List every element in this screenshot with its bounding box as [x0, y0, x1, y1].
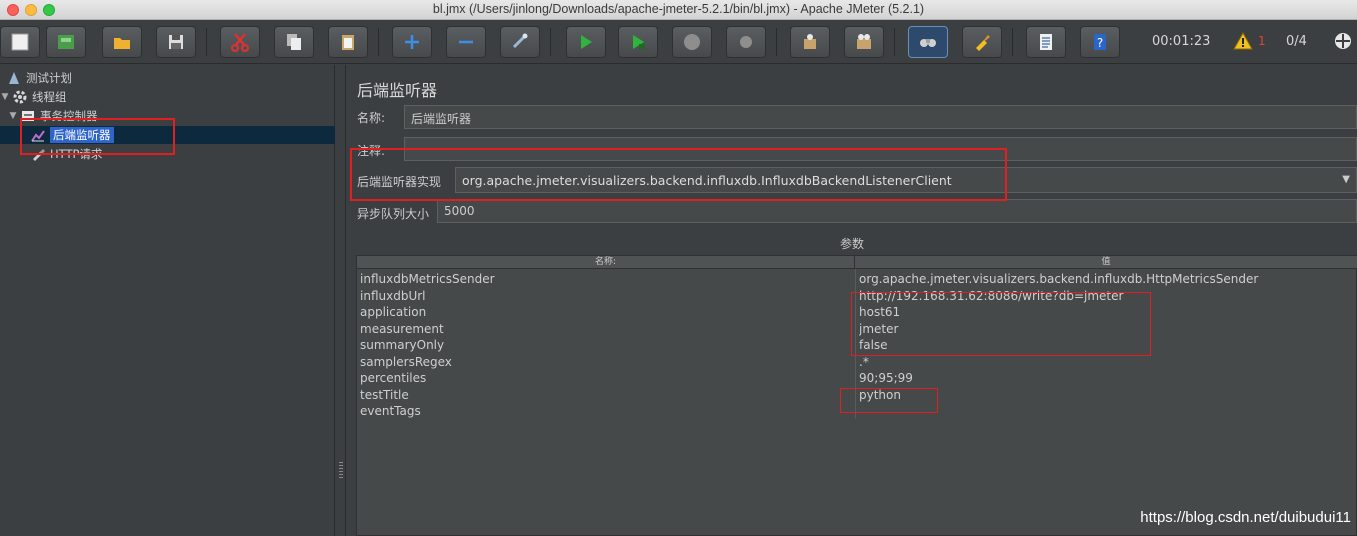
highlight-box-implementation: [350, 148, 1007, 201]
table-header: 名称: 值: [357, 256, 1357, 269]
window-title-bar: bl.jmx (/Users/jinlong/Downloads/apache-…: [0, 0, 1357, 20]
column-header-name[interactable]: 名称:: [357, 256, 855, 269]
tree-item-label: 测试计划: [26, 71, 72, 85]
reset-search-icon: [976, 35, 990, 51]
cut-icon: [231, 33, 249, 52]
toolbar-separator: [206, 28, 207, 56]
function-helper-button[interactable]: [1026, 26, 1066, 58]
name-label: 名称:: [357, 111, 386, 125]
chevron-down-icon[interactable]: ▼: [8, 111, 18, 121]
copy-button[interactable]: [274, 26, 314, 58]
toolbar-separator: [776, 28, 777, 56]
shutdown-button[interactable]: [726, 26, 766, 58]
table-row[interactable]: influxdbMetricsSender org.apache.jmeter.…: [357, 271, 1357, 288]
warning-count: 1: [1258, 34, 1266, 48]
param-name[interactable]: measurement: [360, 321, 850, 338]
param-name[interactable]: influxdbMetricsSender: [360, 271, 850, 288]
toolbar-separator: [894, 28, 895, 56]
main-toolbar: ? 00:01:23 1 0/4: [0, 20, 1357, 64]
gear-icon: [13, 90, 27, 104]
open-icon: [114, 38, 130, 49]
chevron-down-icon[interactable]: ▼: [0, 92, 10, 102]
paste-icon: [342, 35, 354, 50]
param-name[interactable]: percentiles: [360, 370, 850, 387]
toolbar-separator: [550, 28, 551, 56]
templates-icon: [58, 35, 74, 49]
collapse-icon: [459, 40, 473, 44]
param-name[interactable]: samplersRegex: [360, 354, 850, 371]
param-name[interactable]: summaryOnly: [360, 337, 850, 354]
stop-icon: [684, 34, 700, 50]
tree-item-test-plan[interactable]: 测试计划: [6, 69, 72, 87]
start-button[interactable]: [566, 26, 606, 58]
start-no-pause-icon: [633, 35, 645, 49]
open-button[interactable]: [102, 26, 142, 58]
window-title: bl.jmx (/Users/jinlong/Downloads/apache-…: [432, 2, 925, 16]
search-button[interactable]: [908, 26, 948, 58]
new-icon: [11, 33, 29, 51]
expand-all-button[interactable]: [392, 26, 432, 58]
highlight-box-test-title: [840, 388, 938, 413]
param-name[interactable]: application: [360, 304, 850, 321]
clear-all-button[interactable]: [844, 26, 884, 58]
highlight-box-tree-item: [20, 118, 175, 155]
divider-grip[interactable]: [339, 462, 343, 480]
queue-size-field[interactable]: 5000: [437, 199, 1357, 223]
tree-item-label: 线程组: [32, 90, 67, 104]
clear-button[interactable]: [790, 26, 830, 58]
param-name[interactable]: influxdbUrl: [360, 288, 850, 305]
queue-size-label: 异步队列大小: [357, 207, 430, 221]
templates-button[interactable]: [46, 26, 86, 58]
new-button[interactable]: [0, 26, 40, 58]
toggle-button[interactable]: [500, 26, 540, 58]
cut-button[interactable]: [220, 26, 260, 58]
param-value[interactable]: 90;95;99: [859, 370, 1354, 387]
save-button[interactable]: [156, 26, 196, 58]
remote-engines-icon[interactable]: [1333, 31, 1353, 51]
param-name[interactable]: testTitle: [360, 387, 850, 404]
function-helper-icon: [1040, 34, 1052, 50]
help-button[interactable]: ?: [1080, 26, 1120, 58]
paste-button[interactable]: [328, 26, 368, 58]
svg-text:?: ?: [1097, 36, 1103, 50]
stop-button[interactable]: [672, 26, 712, 58]
name-field[interactable]: 后端监听器: [404, 105, 1357, 129]
highlight-box-url-params: [851, 292, 1151, 356]
start-no-pauses-button[interactable]: [618, 26, 658, 58]
search-icon: [920, 39, 936, 47]
param-value[interactable]: org.apache.jmeter.visualizers.backend.in…: [859, 271, 1354, 288]
clear-icon: [804, 34, 816, 49]
collapse-all-button[interactable]: [446, 26, 486, 58]
reset-search-button[interactable]: [962, 26, 1002, 58]
copy-icon: [287, 34, 301, 50]
warning-icon[interactable]: [1233, 32, 1253, 50]
save-icon: [169, 35, 183, 49]
table-row[interactable]: percentiles 90;95;99: [357, 370, 1357, 387]
column-header-value[interactable]: 值: [855, 256, 1357, 269]
start-icon: [581, 35, 592, 49]
tree-item-thread-group[interactable]: ▼ 线程组: [0, 88, 67, 106]
watermark: https://blog.csdn.net/duibudui11: [1140, 509, 1351, 526]
expand-icon: [405, 35, 419, 49]
param-name[interactable]: eventTags: [360, 403, 850, 420]
help-icon: ?: [1094, 34, 1106, 50]
chevron-down-icon[interactable]: ▼: [1342, 174, 1350, 185]
parameters-title: 参数: [839, 237, 864, 251]
toolbar-separator: [1012, 28, 1013, 56]
page-title: 后端监听器: [357, 81, 438, 100]
elapsed-timer: 00:01:23: [1152, 34, 1211, 49]
toolbar-separator: [378, 28, 379, 56]
test-plan-icon: [9, 72, 19, 84]
shutdown-icon: [740, 36, 752, 48]
clear-all-icon: [857, 34, 871, 49]
toggle-icon: [512, 33, 528, 49]
active-threads: 0/4: [1286, 34, 1307, 49]
